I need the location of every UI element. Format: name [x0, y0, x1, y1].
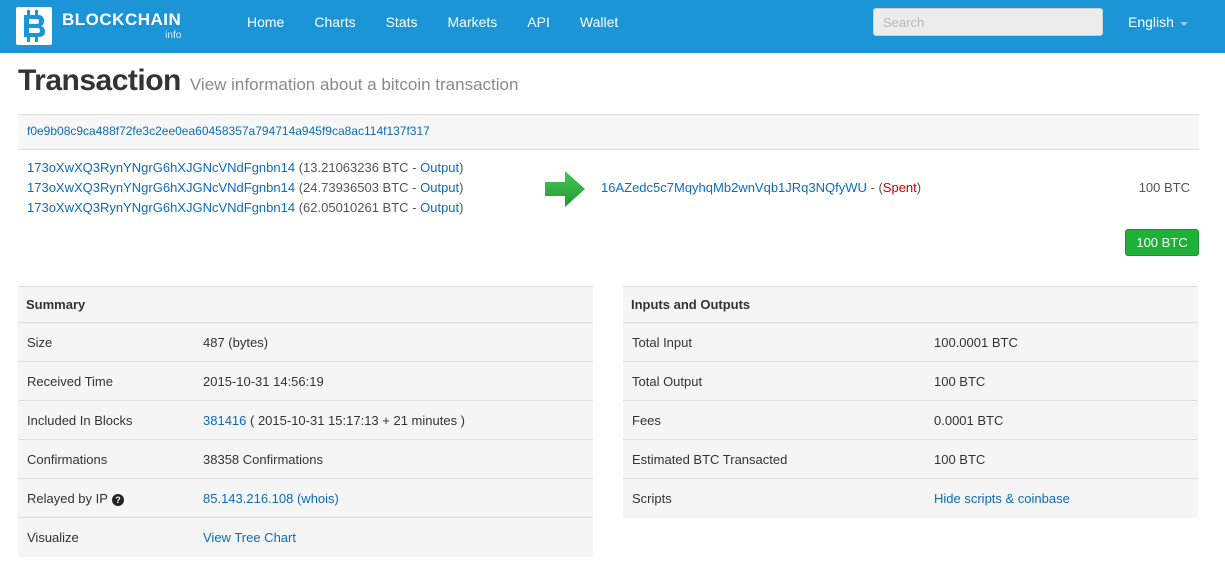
view-tree-chart-link[interactable]: View Tree Chart — [203, 530, 296, 545]
block-detail: ( 2015-10-31 15:17:13 + 21 minutes ) — [246, 412, 466, 428]
size-label: Size — [18, 322, 194, 362]
table-row: Total Output 100 BTC — [623, 361, 1198, 401]
page-header: Transaction View information about a bit… — [18, 64, 518, 98]
table-row: Estimated BTC Transacted 100 BTC — [623, 439, 1198, 479]
input-amount: (24.73936503 BTC - — [295, 180, 421, 195]
input-row: 173oXwXQ3RynYNgrG6hXJGNcVNdFgnbn14 (24.7… — [27, 178, 527, 198]
input-output-link[interactable]: Output — [420, 160, 459, 175]
table-row: Scripts Hide scripts & coinbase — [623, 478, 1198, 518]
arrow-right-icon — [545, 171, 585, 207]
visualize-value: View Tree Chart — [194, 517, 593, 557]
block-link[interactable]: 381416 — [203, 413, 246, 428]
transaction-output: 16AZedc5c7MqyhqMb2wnVqb1JRq3NQfyWU - (Sp… — [601, 178, 921, 198]
input-amount: (62.05010261 BTC - — [295, 200, 421, 215]
hide-scripts-link[interactable]: Hide scripts & coinbase — [934, 491, 1070, 506]
navbar: BLOCKCHAIN info Home Charts Stats Market… — [0, 0, 1225, 53]
output-separator: - ( — [866, 180, 883, 195]
input-address-link[interactable]: 173oXwXQ3RynYNgrG6hXJGNcVNdFgnbn14 — [27, 200, 295, 215]
summary-heading: Summary — [18, 286, 593, 323]
inputs-outputs-heading: Inputs and Outputs — [623, 286, 1198, 323]
table-row: Relayed by IP? 85.143.216.108 (whois) — [18, 478, 593, 518]
table-row: Confirmations 38358 Confirmations — [18, 439, 593, 479]
received-time-value: 2015-10-31 14:56:19 — [194, 361, 593, 401]
brand-name: BLOCKCHAIN — [62, 10, 182, 29]
transaction-inputs: 173oXwXQ3RynYNgrG6hXJGNcVNdFgnbn14 (13.2… — [27, 158, 527, 218]
brand-logo[interactable]: BLOCKCHAIN info — [16, 5, 181, 47]
fees-value: 0.0001 BTC — [925, 400, 1198, 440]
nav-charts[interactable]: Charts — [299, 0, 370, 45]
spent-status-link[interactable]: Spent — [883, 180, 917, 195]
relayed-by-ip-label: Relayed by IP? — [18, 478, 194, 518]
input-row: 173oXwXQ3RynYNgrG6hXJGNcVNdFgnbn14 (13.2… — [27, 158, 527, 178]
output-amount: 100 BTC — [1138, 180, 1190, 195]
included-in-blocks-label: Included In Blocks — [18, 400, 194, 440]
page-title: Transaction — [18, 64, 181, 97]
table-header-row: Summary — [18, 286, 593, 323]
fees-label: Fees — [623, 400, 925, 440]
relayed-by-ip-text: Relayed by IP — [27, 490, 108, 506]
input-row: 173oXwXQ3RynYNgrG6hXJGNcVNdFgnbn14 (62.0… — [27, 198, 527, 218]
table-row: Total Input 100.0001 BTC — [623, 322, 1198, 362]
confirmations-value: 38358 Confirmations — [194, 439, 593, 479]
transaction-hash-bar: f0e9b08c9ca488f72fe3c2ee0ea60458357a7947… — [18, 114, 1199, 150]
nav-api[interactable]: API — [512, 0, 565, 45]
search-input[interactable] — [873, 8, 1103, 36]
included-in-blocks-value: 381416 ( 2015-10-31 15:17:13 + 21 minute… — [194, 400, 593, 440]
confirmations-label: Confirmations — [18, 439, 194, 479]
size-value: 487 (bytes) — [194, 322, 593, 362]
scripts-value: Hide scripts & coinbase — [925, 478, 1198, 518]
total-output-value: 100 BTC — [925, 361, 1198, 401]
brand-subtitle: info — [165, 30, 182, 41]
input-amount: (13.21063236 BTC - — [295, 160, 421, 175]
nav-home[interactable]: Home — [232, 0, 299, 45]
relayed-ip-link[interactable]: 85.143.216.108 (whois) — [203, 491, 339, 506]
total-output-label: Total Output — [623, 361, 925, 401]
nav-stats[interactable]: Stats — [371, 0, 433, 45]
input-address-link[interactable]: 173oXwXQ3RynYNgrG6hXJGNcVNdFgnbn14 — [27, 160, 295, 175]
brand-text: BLOCKCHAIN info — [62, 11, 181, 41]
input-output-link[interactable]: Output — [420, 200, 459, 215]
summary-table: Summary Size 487 (bytes) Received Time 2… — [18, 286, 593, 557]
input-close-paren: ) — [459, 160, 464, 175]
table-row: Included In Blocks 381416 ( 2015-10-31 1… — [18, 400, 593, 440]
total-input-value: 100.0001 BTC — [925, 322, 1198, 362]
nav-markets[interactable]: Markets — [433, 0, 513, 45]
table-row: Fees 0.0001 BTC — [623, 400, 1198, 440]
language-dropdown[interactable]: English — [1128, 0, 1188, 45]
output-address-link[interactable]: 16AZedc5c7MqyhqMb2wnVqb1JRq3NQfyWU — [601, 180, 867, 195]
main-nav: Home Charts Stats Markets API Wallet — [232, 0, 633, 45]
relayed-by-ip-value: 85.143.216.108 (whois) — [194, 478, 593, 518]
total-input-label: Total Input — [623, 322, 925, 362]
received-time-label: Received Time — [18, 361, 194, 401]
page-subtitle: View information about a bitcoin transac… — [189, 75, 519, 94]
output-close-paren: ) — [916, 180, 922, 195]
inputs-outputs-table: Inputs and Outputs Total Input 100.0001 … — [623, 286, 1198, 518]
total-amount-button[interactable]: 100 BTC — [1125, 229, 1199, 256]
scripts-label: Scripts — [623, 478, 925, 518]
input-close-paren: ) — [459, 180, 464, 195]
input-output-link[interactable]: Output — [420, 180, 459, 195]
estimated-btc-label: Estimated BTC Transacted — [623, 439, 925, 479]
table-row: Size 487 (bytes) — [18, 322, 593, 362]
visualize-label: Visualize — [18, 517, 194, 557]
transaction-hash-link[interactable]: f0e9b08c9ca488f72fe3c2ee0ea60458357a7947… — [27, 124, 430, 138]
table-header-row: Inputs and Outputs — [623, 286, 1198, 323]
table-row: Visualize View Tree Chart — [18, 517, 593, 557]
help-icon[interactable]: ? — [111, 493, 124, 506]
language-label: English — [1128, 14, 1174, 30]
nav-wallet[interactable]: Wallet — [565, 0, 633, 45]
table-row: Received Time 2015-10-31 14:56:19 — [18, 361, 593, 401]
caret-down-icon — [1179, 21, 1188, 26]
blockchain-logo-icon — [16, 7, 52, 45]
input-address-link[interactable]: 173oXwXQ3RynYNgrG6hXJGNcVNdFgnbn14 — [27, 180, 295, 195]
estimated-btc-value: 100 BTC — [925, 439, 1198, 479]
input-close-paren: ) — [459, 200, 464, 215]
